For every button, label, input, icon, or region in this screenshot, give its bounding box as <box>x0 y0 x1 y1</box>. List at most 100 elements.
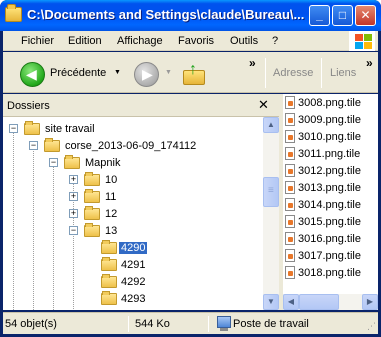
windows-logo-icon <box>349 31 375 51</box>
folders-pane-title: Dossiers <box>7 100 50 112</box>
back-button-label[interactable]: Précédente <box>50 67 106 79</box>
expand-icon[interactable]: + <box>69 192 78 201</box>
file-icon <box>285 130 295 143</box>
list-item[interactable]: 3010.png.tile <box>283 129 378 146</box>
address-label[interactable]: Adresse <box>273 67 313 79</box>
folder-open-icon <box>84 223 100 237</box>
menu-favoris[interactable]: Favoris <box>178 35 214 47</box>
folders-pane-header: Dossiers ✕ <box>3 94 279 117</box>
list-item[interactable]: 3016.png.tile <box>283 231 378 248</box>
tree-item-site-travail[interactable]: − site travail <box>3 121 263 138</box>
file-icon <box>285 266 295 279</box>
resize-grip-icon[interactable]: ⋰ <box>367 321 376 332</box>
tree-item-11[interactable]: + 11 <box>3 189 263 206</box>
list-item[interactable]: 3017.png.tile <box>283 248 378 265</box>
file-name: 3016.png.tile <box>298 233 361 245</box>
folder-icon <box>84 206 100 220</box>
links-chevron-icon[interactable]: » <box>366 56 373 70</box>
file-icon <box>285 181 295 194</box>
back-icon[interactable] <box>20 62 45 87</box>
tree-label: site travail <box>45 123 95 135</box>
explorer-window: C:\Documents and Settings\claude\Bureau\… <box>0 0 381 337</box>
tree-label: Mapnik <box>85 157 121 169</box>
menu-edition[interactable]: Edition <box>68 35 102 47</box>
list-item[interactable]: 3018.png.tile <box>283 265 378 282</box>
tree-item-12[interactable]: + 12 <box>3 206 263 223</box>
tree-item-mapnik[interactable]: − Mapnik <box>3 155 263 172</box>
computer-icon <box>217 316 231 331</box>
folder-open-icon <box>64 155 80 169</box>
status-size: 544 Ko <box>135 318 170 330</box>
title-bar[interactable]: C:\Documents and Settings\claude\Bureau\… <box>0 0 381 31</box>
folder-icon <box>101 274 117 288</box>
file-icon <box>285 96 295 109</box>
menu-bar: Fichier Edition Affichage Favoris Outils… <box>3 31 378 51</box>
toolbar-separator <box>321 58 322 88</box>
tree-item-10[interactable]: + 10 <box>3 172 263 189</box>
list-item[interactable]: 3013.png.tile <box>283 180 378 197</box>
menu-outils[interactable]: Outils <box>230 35 258 47</box>
collapse-icon[interactable]: − <box>9 124 18 133</box>
expand-icon[interactable]: + <box>69 209 78 218</box>
toolbar-chevron-icon[interactable]: » <box>249 56 256 70</box>
scroll-up-icon[interactable]: ▲ <box>263 117 279 133</box>
close-button[interactable]: ✕ <box>355 5 376 26</box>
scroll-down-icon[interactable]: ▼ <box>263 294 279 310</box>
forward-dropdown-icon[interactable]: ▼ <box>165 69 172 76</box>
collapse-icon[interactable]: − <box>49 158 58 167</box>
collapse-icon[interactable]: − <box>29 141 38 150</box>
forward-icon[interactable] <box>134 62 159 87</box>
toolbar: Précédente ▼ ▼ ↑ » Adresse Liens » <box>3 52 378 93</box>
tree-label: 13 <box>105 225 118 237</box>
expand-icon[interactable]: + <box>69 175 78 184</box>
file-name: 3018.png.tile <box>298 267 361 279</box>
folder-icon <box>101 291 117 305</box>
back-dropdown-icon[interactable]: ▼ <box>114 69 121 76</box>
file-name: 3014.png.tile <box>298 199 361 211</box>
file-name: 3011.png.tile <box>298 148 361 160</box>
menu-help[interactable]: ? <box>272 35 278 47</box>
folder-open-icon <box>44 138 60 152</box>
close-pane-icon[interactable]: ✕ <box>258 97 269 113</box>
minimize-button[interactable]: _ <box>309 5 330 26</box>
links-label[interactable]: Liens <box>330 67 356 79</box>
folder-up-icon[interactable]: ↑ <box>181 61 207 87</box>
menu-affichage[interactable]: Affichage <box>117 35 163 47</box>
list-item[interactable]: 3012.png.tile <box>283 163 378 180</box>
folder-tree: − site travail − corse_2013-06-09_174112… <box>3 117 263 310</box>
tree-item-4292[interactable]: 4292 <box>3 274 263 291</box>
file-list-scrollbar[interactable]: ◀ ▶ <box>283 294 378 310</box>
tree-item-4293[interactable]: 4293 <box>3 291 263 308</box>
maximize-button[interactable]: □ <box>332 5 353 26</box>
file-icon <box>285 215 295 228</box>
collapse-icon[interactable]: − <box>69 226 78 235</box>
scroll-thumb[interactable] <box>263 177 279 207</box>
tree-item-13[interactable]: − 13 <box>3 223 263 240</box>
list-item[interactable]: 3011.png.tile <box>283 146 378 163</box>
file-name: 3010.png.tile <box>298 131 361 143</box>
tree-item-4291[interactable]: 4291 <box>3 257 263 274</box>
tree-label-selected: 4290 <box>119 242 148 254</box>
list-item[interactable]: 3014.png.tile <box>283 197 378 214</box>
scroll-left-icon[interactable]: ◀ <box>283 294 299 310</box>
tree-item-4290[interactable]: 4290 <box>3 240 263 257</box>
file-name: 3015.png.tile <box>298 216 361 228</box>
menu-fichier[interactable]: Fichier <box>21 35 54 47</box>
file-icon <box>285 147 295 160</box>
file-name: 3017.png.tile <box>298 250 361 262</box>
tree-label: 4293 <box>121 293 146 305</box>
folder-icon <box>5 4 22 22</box>
folder-icon <box>101 257 117 271</box>
list-item[interactable]: 3008.png.tile <box>283 95 378 112</box>
scroll-right-icon[interactable]: ▶ <box>362 294 378 310</box>
window-title: C:\Documents and Settings\claude\Bureau\… <box>27 7 305 22</box>
tree-scrollbar[interactable]: ▲ ▼ <box>263 117 279 310</box>
tree-label: 4291 <box>121 259 146 271</box>
list-item[interactable]: 3009.png.tile <box>283 112 378 129</box>
tree-item-corse[interactable]: − corse_2013-06-09_174112 <box>3 138 263 155</box>
file-icon <box>285 232 295 245</box>
tree-label: 4292 <box>121 276 146 288</box>
tree-label: 10 <box>105 174 118 186</box>
scroll-thumb[interactable] <box>299 294 339 310</box>
list-item[interactable]: 3015.png.tile <box>283 214 378 231</box>
